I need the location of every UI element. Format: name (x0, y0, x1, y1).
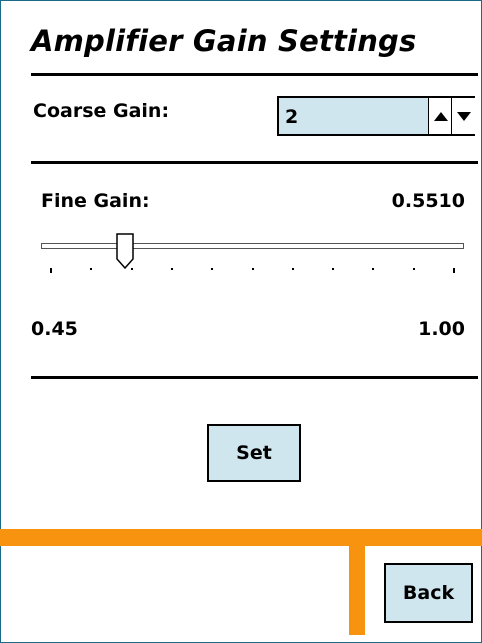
divider-middle (31, 161, 478, 164)
triangle-up-icon (433, 111, 448, 121)
decrement-button[interactable] (451, 98, 475, 134)
coarse-gain-value[interactable]: 2 (285, 106, 298, 128)
divider-bottom (31, 376, 478, 379)
coarse-gain-label: Coarse Gain: (33, 100, 170, 122)
triangle-down-icon (456, 111, 471, 121)
slider-tick (130, 268, 133, 270)
slider-thumb-icon[interactable] (116, 233, 134, 269)
slider-tick (372, 268, 375, 270)
slider-tick (50, 268, 52, 273)
slider-tick (90, 268, 93, 270)
back-button[interactable]: Back (384, 563, 473, 623)
slider-tick (332, 268, 335, 270)
divider-top (31, 73, 478, 76)
fine-gain-value: 0.5510 (391, 190, 465, 212)
fine-gain-max-label: 1.00 (418, 318, 465, 340)
coarse-gain-spinner[interactable]: 2 (277, 96, 475, 136)
slider-ticks (41, 268, 464, 274)
page-title: Amplifier Gain Settings (31, 24, 417, 58)
slider-tick (453, 268, 455, 273)
fine-gain-slider-track[interactable] (41, 243, 464, 249)
slider-tick (251, 268, 254, 270)
slider-tick (412, 268, 415, 270)
slider-tick (291, 268, 294, 270)
set-button[interactable]: Set (207, 424, 301, 482)
fine-gain-min-label: 0.45 (31, 318, 78, 340)
slider-tick (211, 268, 214, 270)
slider-tick (170, 268, 173, 270)
fine-gain-label: Fine Gain: (41, 190, 150, 212)
accent-bar-vertical (349, 546, 365, 635)
increment-button[interactable] (428, 98, 452, 134)
accent-bar-horizontal (0, 529, 482, 546)
